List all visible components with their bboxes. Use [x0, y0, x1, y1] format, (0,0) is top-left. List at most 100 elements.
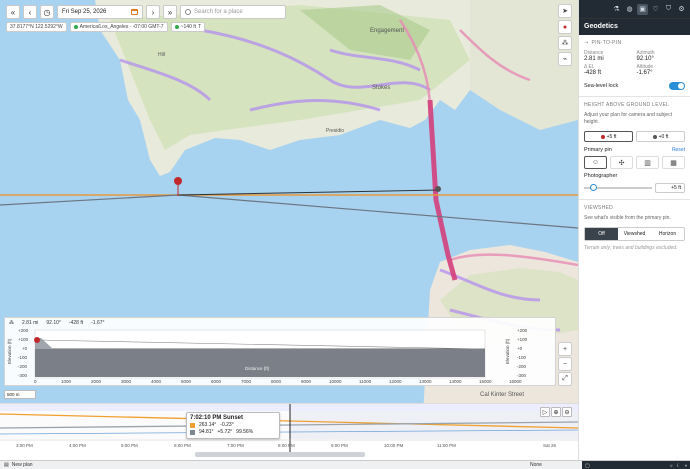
- photographer-label: Photographer: [584, 173, 618, 179]
- person-icon[interactable]: ☺: [584, 156, 607, 169]
- viewshed-off-button[interactable]: Off: [585, 228, 618, 240]
- grey-pin-icon: [652, 134, 657, 139]
- profile-graphic: [34, 329, 486, 379]
- tower-icon[interactable]: ▦: [662, 156, 685, 169]
- x-tick: 14000: [449, 379, 462, 384]
- timeline-tick: 3:00 PM: [16, 443, 33, 448]
- geodetics-icon[interactable]: ▣: [637, 3, 648, 15]
- x-tick: 16000: [509, 379, 522, 384]
- profile-angle: -1.67°: [91, 320, 105, 326]
- y-axis-label-right: Elevation (ft): [505, 338, 510, 364]
- gear-icon[interactable]: ⚙: [676, 4, 687, 15]
- sunset-tooltip: 7:02:10 PM Sunset 263.14° -0.23° 94.81° …: [186, 412, 280, 439]
- timezone-chip[interactable]: America/Los_Angeles · -07:00 GMT-7: [69, 22, 168, 32]
- status-dot-icon: [73, 25, 78, 29]
- shield-icon[interactable]: ⛉: [663, 4, 674, 15]
- map-label-engagement: Engagement: [370, 28, 404, 34]
- x-tick: 11000: [359, 379, 372, 384]
- timeline-tick: 5:00 PM: [121, 443, 138, 448]
- timezone-text: America/Los_Angeles · -07:00 GMT-7: [79, 24, 164, 30]
- pin-b-height-button[interactable]: +0 ft: [636, 131, 685, 142]
- viewshed-on-button[interactable]: Viewshed: [618, 228, 651, 240]
- pin-add-icon[interactable]: ●: [558, 20, 572, 34]
- reset-link[interactable]: Reset: [672, 147, 685, 153]
- pin-b-height: +0 ft: [658, 133, 669, 140]
- x-tick: 8000: [271, 379, 282, 384]
- x-tick: 15000: [479, 379, 492, 384]
- timeline[interactable]: 3:00 PM 4:00 PM 5:00 PM 6:00 PM 7:00 PM …: [0, 403, 578, 460]
- clock-icon[interactable]: ◷: [40, 5, 54, 19]
- y-tick: -200: [18, 364, 28, 369]
- elevation-profile[interactable]: ⁂ 2.81 mi 92.10° -428 ft -1.67° +200 +10…: [4, 317, 556, 386]
- viewshed-horizon-button[interactable]: Horizon: [651, 228, 684, 240]
- y-tick: -100: [18, 355, 28, 360]
- locate-icon[interactable]: ➤: [558, 4, 572, 18]
- chart-icon[interactable]: ⌁: [558, 52, 572, 66]
- timeline-tick: 11:00 PM: [437, 443, 456, 448]
- date-picker[interactable]: Fri Sep 25, 2026: [57, 5, 143, 19]
- profile-delta: -428 ft: [68, 320, 84, 326]
- bottom-bar: ▤ New plan None ▢ ☼ ☾ ◑: [0, 460, 690, 469]
- square-icon[interactable]: ▢: [585, 463, 590, 469]
- none-label[interactable]: None: [530, 462, 542, 468]
- step-forward-button[interactable]: ›: [146, 5, 160, 19]
- step-back-button[interactable]: ‹: [23, 5, 37, 19]
- pin-to-pin-heading: PIN-TO-PIN: [591, 40, 622, 46]
- coords-chip[interactable]: 37.8177°N 122.5292°W: [6, 22, 67, 32]
- elevation-chip[interactable]: ~140 ft T: [170, 22, 206, 32]
- zoom-out-icon[interactable]: ⊖: [562, 407, 572, 417]
- building-icon[interactable]: ▥: [636, 156, 659, 169]
- profile-azimuth: 92.10°: [46, 320, 61, 326]
- search-icon: [185, 9, 191, 15]
- viewshed-description: See what's visible from the primary pin.: [584, 215, 671, 221]
- elevation-text: ~140 ft: [180, 24, 197, 30]
- y-tick: +0: [22, 346, 28, 351]
- tooltip-title: 7:02:10 PM Sunset: [190, 415, 244, 421]
- new-plan-icon[interactable]: ▤: [4, 462, 9, 468]
- search-input[interactable]: Search for a place: [180, 5, 286, 19]
- sea-level-lock-toggle[interactable]: [669, 82, 685, 90]
- photographer-height-input[interactable]: +5 ft: [655, 183, 685, 193]
- drone-icon[interactable]: ✣: [610, 156, 633, 169]
- y-tick: +100: [18, 337, 29, 342]
- height-slider-knob[interactable]: [590, 184, 597, 191]
- sun-altitude: -0.23°: [220, 422, 234, 428]
- jump-back-button[interactable]: «: [6, 5, 20, 19]
- flask-icon[interactable]: ⚗: [611, 4, 622, 15]
- sun-icon[interactable]: ☼: [669, 463, 674, 469]
- globe-icon[interactable]: ◍: [624, 4, 635, 15]
- new-plan-button[interactable]: New plan: [12, 462, 33, 468]
- pin-pair-icon[interactable]: ⁂: [558, 36, 572, 50]
- zoom-in-icon[interactable]: +: [558, 342, 572, 356]
- moon-altitude: +5.72°: [217, 429, 233, 435]
- zoom-in-icon[interactable]: ⊕: [551, 407, 561, 417]
- map-label-stokes: Stokes: [372, 85, 390, 91]
- x-tick: 4000: [151, 379, 162, 384]
- expand-icon[interactable]: ⤢: [558, 372, 572, 386]
- map-credit: Cal Kinter Street: [480, 392, 525, 398]
- zoom-out-icon[interactable]: −: [558, 357, 572, 371]
- status-dot-icon: [174, 25, 179, 29]
- toggle-icon[interactable]: ◑: [684, 463, 687, 469]
- calendar-icon: [131, 9, 138, 15]
- x-tick: 7000: [241, 379, 252, 384]
- map-label-hill: Hill: [158, 52, 165, 58]
- timeline-tick: 10:00 PM: [384, 443, 404, 448]
- height-slider[interactable]: [584, 184, 652, 191]
- azimuth-value: 92.10°: [636, 56, 654, 62]
- timeline-tick: 8:00 PM: [278, 443, 295, 448]
- heart-icon[interactable]: ♡: [650, 4, 661, 15]
- x-tick: 5000: [181, 379, 192, 384]
- moon-icon[interactable]: ☾: [676, 463, 680, 469]
- y-tick: -300: [18, 373, 28, 378]
- pin-a-height-button[interactable]: +5 ft: [584, 131, 633, 142]
- timeline-tick: Sat 26: [543, 443, 557, 448]
- y-axis-label-left: Elevation (ft): [7, 338, 12, 364]
- hagl-description: Adjust your plan for camera and subject …: [584, 112, 673, 125]
- x-axis-label: Distance (ft): [245, 366, 270, 371]
- jump-forward-button[interactable]: »: [163, 5, 177, 19]
- y-tick-right: -100: [517, 355, 527, 360]
- date-value: Fri Sep 25, 2026: [62, 9, 107, 15]
- map-canvas[interactable]: Engagement Stokes Hill Presidio: [0, 0, 578, 460]
- play-icon[interactable]: ▷: [540, 407, 550, 417]
